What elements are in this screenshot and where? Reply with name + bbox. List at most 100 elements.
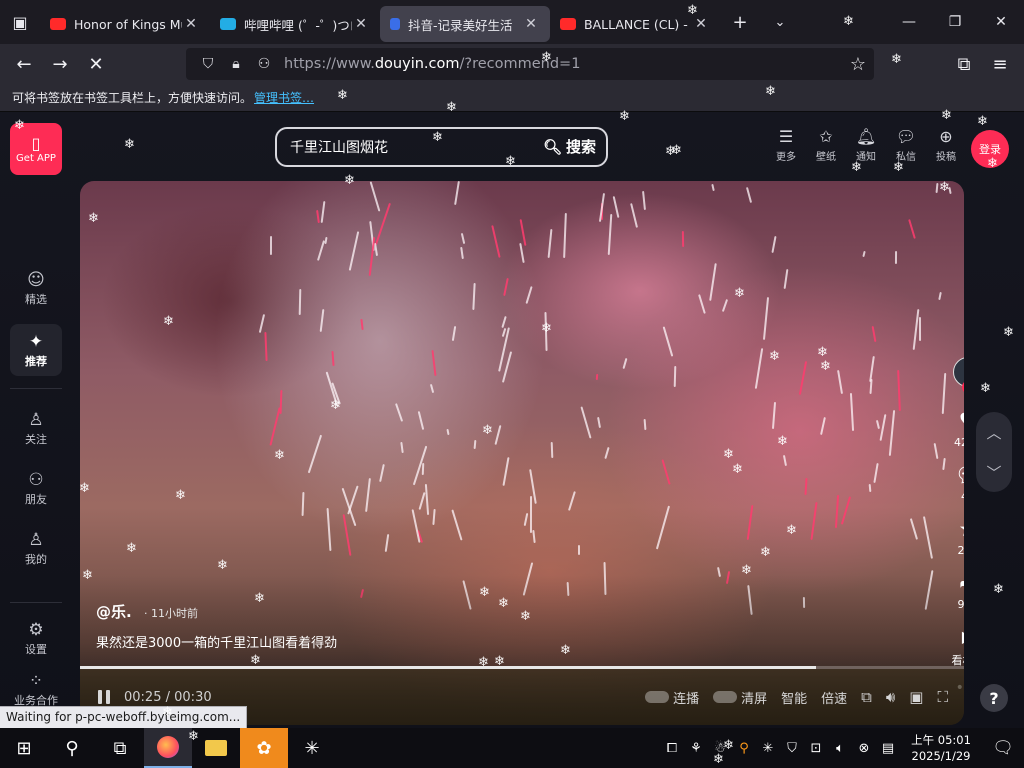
play-circle-icon: ▶ (962, 625, 964, 649)
chevron-up-icon[interactable]: ︿ (986, 422, 1001, 443)
menu-button[interactable]: ≡ (982, 46, 1018, 82)
lock-icon[interactable]: 🔒︎ (222, 50, 250, 78)
upload-button[interactable]: ⊕ 投稿 (926, 126, 966, 163)
tray-app-icon[interactable]: ⧠ (660, 741, 684, 756)
tray-network-app-icon[interactable]: ⚘ (684, 741, 708, 756)
help-button[interactable]: ? (980, 684, 1008, 712)
browser-tab-douyin[interactable]: 抖音-记录美好生活 ✕ (380, 6, 550, 42)
video-player[interactable]: @乐. · 11小时前 果然还是3000一箱的千里江山图看着得劲 + ♥4268… (80, 181, 964, 725)
shield-icon[interactable]: ⛉ (194, 50, 222, 78)
clear-screen-toggle[interactable]: 清屏 (713, 688, 767, 707)
related-button[interactable]: ▶看相关 (952, 625, 965, 668)
messages-button[interactable]: 💬︎ 私信 (886, 126, 926, 163)
stop-button[interactable]: ✕ (78, 46, 114, 82)
tab-title: Honor of Kings Musa (74, 16, 182, 32)
firework-streak (525, 285, 533, 305)
search-button[interactable]: 🔍︎ 搜索 (543, 136, 596, 157)
search-button[interactable]: ⚲ (48, 728, 96, 768)
sidebar-item-business[interactable]: ⁘ 业务合作 (10, 670, 62, 710)
close-window-button[interactable]: ✕ (978, 0, 1024, 44)
firework-streak (662, 326, 674, 357)
back-button[interactable]: ← (6, 46, 42, 82)
firefox-taskbar-button[interactable] (144, 728, 192, 768)
minimize-button[interactable]: — (886, 0, 932, 44)
firework-streak (523, 513, 528, 526)
web-fullscreen-icon[interactable]: ▣ (909, 688, 923, 706)
close-icon[interactable]: ✕ (522, 16, 540, 32)
list-all-tabs-button[interactable]: ⌄ (760, 0, 800, 44)
close-icon[interactable]: ✕ (182, 16, 200, 32)
snow-app-button[interactable]: ✳ (288, 728, 336, 768)
notifications-button[interactable]: 🔔︎ 通知 (846, 126, 886, 163)
close-icon[interactable]: ✕ (352, 16, 370, 32)
manage-bookmarks-link[interactable]: 管理书签… (254, 89, 314, 106)
share-button[interactable]: ➦934 (958, 571, 965, 611)
firework-streak (919, 317, 922, 341)
search-input[interactable]: 千里江山图烟花 (290, 137, 388, 157)
chevron-down-icon[interactable]: ﹀ (986, 462, 1001, 483)
like-button[interactable]: ♥4268 (954, 409, 964, 449)
tab-list-button[interactable]: ▣ (0, 0, 40, 44)
file-explorer-button[interactable] (192, 728, 240, 768)
tray-shield-icon[interactable]: ⛉ (780, 741, 804, 756)
forward-button[interactable]: → (42, 46, 78, 82)
playback-speed-button[interactable]: 倍速 (821, 688, 847, 707)
bookmark-star-button[interactable]: ☆ (840, 46, 876, 82)
url-bar[interactable]: ⛉ 🔒︎ ⚇ https://www.douyin.com/?recommend… (186, 48, 874, 80)
browser-tab-honor[interactable]: Honor of Kings Musa ✕ (40, 6, 210, 42)
comment-button[interactable]: 💬︎45 (955, 463, 964, 503)
login-button[interactable]: 登录 (971, 130, 1009, 168)
autoplay-toggle[interactable]: 连播 (645, 688, 699, 707)
video-author[interactable]: @乐. (96, 601, 132, 622)
input-method-icon[interactable]: ▤ (876, 741, 900, 756)
picture-in-picture-icon[interactable]: ⧉ (861, 688, 872, 706)
tray-snow-icon[interactable]: ✳ (756, 741, 780, 756)
url-text[interactable]: https://www.douyin.com/?recommend=1 (284, 56, 580, 72)
tray-search-icon[interactable]: ⚲ (732, 741, 756, 756)
search-box[interactable]: 千里江山图烟花 🔍︎ 搜索 (275, 127, 608, 167)
tray-close-icon[interactable]: ⊗ (852, 741, 876, 756)
arrow-right-icon: → (52, 53, 68, 75)
author-avatar[interactable]: + (953, 357, 964, 394)
tray-penguin-icon[interactable]: ☃ (708, 741, 732, 756)
volume-icon[interactable]: 🔊︎ (886, 688, 895, 706)
get-app-button[interactable]: ▯ Get APP (10, 123, 62, 175)
video-time: 00:25 / 00:30 (124, 690, 212, 705)
wallpaper-button[interactable]: ✩ 壁纸 (806, 126, 846, 163)
firework-streak (519, 243, 525, 264)
extensions-button[interactable]: ⧉ (946, 46, 982, 82)
sidebar-item-settings[interactable]: ⚙ 设置 (10, 612, 62, 664)
browser-tab-ballance[interactable]: BALLANCE (CL) - BEA ✕ (550, 6, 720, 42)
restore-button[interactable]: ❐ (932, 0, 978, 44)
smart-quality-button[interactable]: 智能 (781, 688, 807, 707)
app-taskbar-button[interactable]: ✿ (240, 728, 288, 768)
task-view-button[interactable]: ⧉ (96, 728, 144, 768)
fullscreen-icon[interactable]: ⛶ (937, 688, 948, 706)
firework-streak (608, 213, 613, 256)
pause-button[interactable] (94, 687, 114, 707)
firework-streak (473, 439, 477, 449)
firework-streak (836, 370, 843, 394)
notification-center-icon[interactable]: 🗨︎ (982, 738, 1024, 758)
firework-streak (411, 508, 421, 543)
browser-tab-bilibili[interactable]: 哔哩哔哩 (゜-゜)つロ 干 ✕ (210, 6, 380, 42)
more-button[interactable]: ☰ 更多 (766, 126, 806, 163)
new-tab-button[interactable]: + (720, 0, 760, 44)
clock[interactable]: 上午 05:01 2025/1/29 (900, 732, 982, 764)
sidebar-item-follow[interactable]: ♙ 关注 (10, 402, 62, 454)
firework-streak (849, 393, 855, 432)
sidebar-item-mine[interactable]: ♙ 我的 (10, 522, 62, 574)
sidebar-item-recommend[interactable]: ✦ 推荐 (10, 324, 62, 376)
close-icon[interactable]: ✕ (692, 16, 710, 32)
sidebar-item-featured[interactable]: ☺ 精选 (10, 262, 62, 314)
favorite-button[interactable]: ★276 (958, 517, 965, 557)
firework-streak (451, 325, 456, 342)
sidebar-item-friends[interactable]: ⚇ 朋友 (10, 462, 62, 514)
follow-plus-icon[interactable]: + (962, 380, 964, 394)
firework-streak (270, 235, 273, 255)
start-button[interactable]: ⊞ (0, 728, 48, 768)
volume-muted-icon[interactable]: 🔈︎ (828, 741, 852, 756)
bookmarks-toolbar: 可将书签放在书签工具栏上，方便快速访问。 管理书签… (0, 84, 1024, 112)
network-icon[interactable]: ⊡ (804, 741, 828, 756)
permissions-icon[interactable]: ⚇ (250, 50, 278, 78)
